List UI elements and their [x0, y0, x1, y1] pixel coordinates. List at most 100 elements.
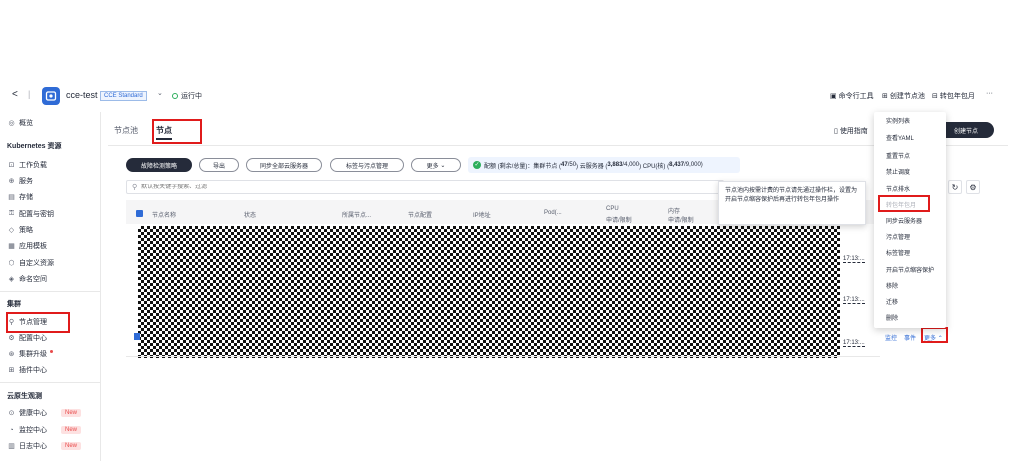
events-link[interactable]: 事件: [904, 333, 916, 342]
cube-icon: ⬡: [8, 260, 15, 267]
export-button[interactable]: 导出: [199, 158, 239, 172]
fault-detection-policy-button[interactable]: 故障检测策略: [126, 158, 192, 172]
menu-item-disable-scheduling[interactable]: 禁止调度: [886, 167, 910, 176]
sidebar-item-logs[interactable]: ▥ 日志中心 New: [7, 439, 82, 453]
create-node-button[interactable]: 创建节点: [938, 122, 994, 138]
menu-item-labels[interactable]: 标签管理: [886, 248, 910, 257]
settings-icon[interactable]: ⚙: [966, 180, 980, 194]
document-icon: ▯: [834, 128, 838, 135]
sidebar-item-cluster-upgrade[interactable]: ⊛ 集群升级: [7, 347, 53, 361]
dashboard-icon: ◎: [8, 120, 15, 127]
sidebar-item-config[interactable]: ⚿ 配置与密钥: [7, 207, 54, 221]
header-pod[interactable]: Pod(...: [544, 210, 562, 216]
log-icon: ▥: [8, 443, 15, 450]
sidebar-item-namespace[interactable]: ◈ 命名空间: [7, 272, 47, 286]
search-input[interactable]: [141, 184, 682, 190]
header-cpu-sub: 申请/限制: [606, 218, 632, 224]
sidebar-item-workload[interactable]: ⊡ 工作负载: [7, 158, 47, 172]
sidebar: ◎ 概览 Kubernetes 资源 ⊡ 工作负载 ⊕ 服务 ▤ 存储 ⚿ 配置与密钥 ◇…: [0, 112, 100, 461]
menu-item-reset-node[interactable]: 重置节点: [886, 151, 910, 160]
divider: |: [28, 89, 31, 99]
header-status[interactable]: 状态: [244, 210, 256, 219]
new-badge: New: [61, 442, 82, 450]
divider: [0, 291, 100, 292]
back-icon[interactable]: <: [12, 89, 18, 100]
highlight-more-button: [921, 327, 948, 343]
cli-tool-button[interactable]: ▣ 命令行工具: [830, 91, 874, 101]
monitor-link[interactable]: 监控: [885, 333, 897, 342]
menu-item-taints[interactable]: 污点管理: [886, 232, 910, 241]
sidebar-item-policy[interactable]: ◇ 策略: [7, 223, 33, 237]
divider: [100, 112, 101, 461]
search-icon: ⚲: [132, 184, 138, 191]
more-icon[interactable]: ···: [986, 90, 993, 97]
check-icon: ✓: [473, 161, 481, 169]
highlight-to-yearly: [878, 195, 930, 212]
table-cell-time: 17:13:...: [843, 256, 865, 263]
sidebar-item-storage[interactable]: ▤ 存储: [7, 190, 33, 204]
billing-icon: ⊟: [932, 93, 938, 100]
tab-node-pool[interactable]: 节点池: [114, 125, 138, 136]
row-checkbox[interactable]: [134, 333, 140, 340]
menu-item-delete[interactable]: 删除: [886, 313, 898, 322]
settings-icon: ⚙: [8, 335, 15, 342]
top-bar: < | cce-test CCE Standard ⌄ 运行中 ▣ 命令行工具 …: [0, 80, 1024, 112]
new-badge: New: [61, 426, 82, 434]
header-node-pool[interactable]: 所属节点...: [342, 210, 371, 219]
sidebar-item-service[interactable]: ⊕ 服务: [7, 174, 33, 188]
key-icon: ⚿: [8, 210, 15, 217]
cluster-type-badge: CCE Standard: [100, 91, 147, 101]
section-cluster: 集群: [7, 301, 21, 308]
sidebar-item-config-center[interactable]: ⚙ 配置中心: [7, 331, 47, 345]
menu-item-sync-server[interactable]: 同步云服务器: [886, 216, 922, 225]
cluster-name: cce-test: [66, 90, 98, 100]
sidebar-item-custom-resource[interactable]: ⬡ 自定义资源: [7, 256, 54, 270]
section-kubernetes: Kubernetes 资源: [7, 143, 62, 150]
workload-icon: ⊡: [8, 162, 15, 169]
globe-icon: ⊕: [8, 178, 15, 185]
pool-icon: ⊞: [882, 93, 888, 100]
header-cpu[interactable]: CPU: [606, 206, 619, 212]
to-yearly-button[interactable]: ⊟ 转包年包月: [932, 91, 975, 101]
menu-item-remove[interactable]: 移除: [886, 281, 898, 290]
grid-icon: ⊞: [8, 367, 15, 374]
chevron-down-icon: ⌄: [440, 162, 446, 169]
sidebar-item-overview[interactable]: ◎ 概览: [7, 116, 33, 130]
redacted-table-rows: [138, 226, 840, 358]
table-cell-time: 17:13:...: [843, 340, 865, 347]
section-observability: 云原生观测: [7, 393, 42, 400]
template-icon: ▦: [8, 243, 15, 250]
table-cell-time: 17:13:...: [843, 297, 865, 304]
new-badge: New: [61, 409, 82, 417]
menu-item-scale-protect[interactable]: 开启节点缩容保护: [886, 265, 934, 274]
header-node-config[interactable]: 节点配置: [408, 210, 432, 219]
menu-item-view-yaml[interactable]: 查看YAML: [886, 133, 914, 142]
create-pool-button[interactable]: ⊞ 创建节点池: [882, 91, 925, 101]
select-all-checkbox[interactable]: [136, 210, 143, 217]
sync-all-servers-button[interactable]: 同步全部云服务器: [246, 158, 322, 172]
header-ip[interactable]: IP地址: [473, 210, 491, 219]
storage-icon: ▤: [8, 194, 15, 201]
upgrade-icon: ⊛: [8, 351, 15, 358]
sidebar-item-monitor[interactable]: ◔ 监控中心 New: [7, 423, 82, 437]
monitor-icon: ◔: [9, 426, 14, 434]
sidebar-item-health[interactable]: ⊙ 健康中心 New: [7, 406, 82, 420]
search-box[interactable]: ⚲: [126, 180, 724, 194]
sidebar-item-template[interactable]: ▦ 应用模板: [7, 239, 47, 253]
menu-item-migrate[interactable]: 迁移: [886, 297, 898, 306]
header-memory[interactable]: 内存: [668, 206, 680, 215]
namespace-icon: ◈: [8, 276, 15, 283]
menu-item-instance-list[interactable]: 实例列表: [886, 116, 910, 125]
status-dot-icon: [172, 93, 178, 99]
header-node-name[interactable]: 节点名称: [152, 210, 176, 219]
menu-item-drain[interactable]: 节点排水: [886, 184, 910, 193]
labels-taints-button[interactable]: 标签与污点管理: [330, 158, 404, 172]
terminal-icon: ▣: [830, 93, 837, 100]
divider: [108, 145, 1008, 146]
refresh-icon[interactable]: ↻: [948, 180, 962, 194]
highlight-node-tab: [152, 119, 202, 144]
chevron-down-icon[interactable]: ⌄: [157, 89, 163, 97]
more-dropdown-button[interactable]: 更多 ⌄: [411, 158, 461, 172]
sidebar-item-plugins[interactable]: ⊞ 插件中心: [7, 363, 47, 377]
guide-link[interactable]: ▯ 使用指南: [834, 126, 868, 136]
